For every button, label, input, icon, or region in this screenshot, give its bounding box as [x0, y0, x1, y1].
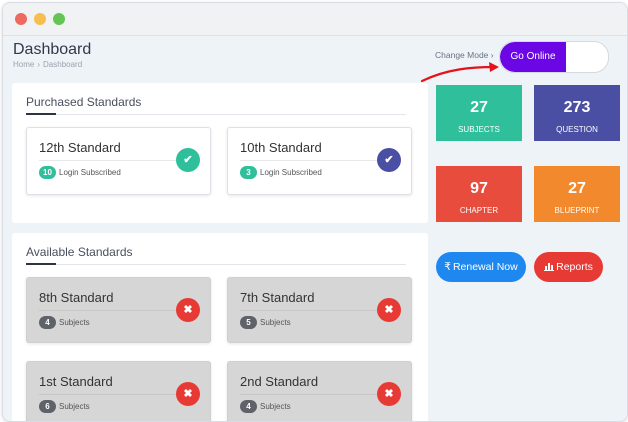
window-titlebar — [3, 3, 627, 36]
reports-label: Reports — [556, 261, 593, 273]
renewal-now-button[interactable]: ₹ Renewal Now — [436, 252, 526, 282]
standard-name: 1st Standard — [39, 374, 113, 389]
standard-name: 2nd Standard — [240, 374, 319, 389]
go-online-label: Go Online — [500, 42, 566, 72]
stat-label: BLUEPRINT — [554, 206, 600, 215]
standard-meta: 3 Login Subscribed — [240, 166, 322, 179]
check-icon: ✔ — [377, 148, 401, 172]
standard-meta: 4 Subjects — [39, 316, 90, 329]
stat-value: 27 — [568, 180, 586, 197]
rupee-icon: ₹ — [444, 261, 451, 273]
maximize-window-dot[interactable] — [53, 13, 65, 25]
close-icon[interactable]: ✖ — [377, 382, 401, 406]
close-icon[interactable]: ✖ — [377, 298, 401, 322]
meta-label: Login Subscribed — [260, 168, 322, 177]
standard-meta: 6 Subjects — [39, 400, 90, 413]
count-badge: 10 — [39, 166, 56, 179]
standard-card-12th[interactable]: 12th Standard 10 Login Subscribed ✔ — [26, 127, 211, 195]
breadcrumb-separator: › — [37, 60, 41, 69]
count-badge: 3 — [240, 166, 257, 179]
available-standards-panel: Available Standards 8th Standard 4 Subje… — [12, 233, 428, 421]
renewal-now-label: Renewal Now — [452, 261, 518, 273]
annotation-arrow-icon — [420, 62, 499, 83]
close-icon[interactable]: ✖ — [176, 382, 200, 406]
close-window-dot[interactable] — [15, 13, 27, 25]
standard-meta: 4 Subjects — [240, 400, 291, 413]
meta-label: Login Subscribed — [59, 168, 121, 177]
standard-card-7th[interactable]: 7th Standard 5 Subjects ✖ — [227, 277, 412, 343]
stat-label: CHAPTER — [459, 206, 499, 215]
bar-chart-icon — [544, 263, 555, 271]
purchased-divider — [26, 113, 406, 115]
available-divider — [26, 263, 406, 265]
count-badge: 6 — [39, 400, 56, 413]
go-online-toggle[interactable]: Go Online — [499, 41, 609, 73]
standard-card-10th[interactable]: 10th Standard 3 Login Subscribed ✔ — [227, 127, 412, 195]
standard-name: 8th Standard — [39, 290, 114, 305]
breadcrumb: Home › Dashboard — [13, 60, 82, 69]
standard-meta: 10 Login Subscribed — [39, 166, 121, 179]
close-icon[interactable]: ✖ — [176, 298, 200, 322]
standard-name: 10th Standard — [240, 140, 322, 155]
stat-value: 97 — [470, 180, 488, 197]
purchased-standards-panel: Purchased Standards 12th Standard 10 Log… — [12, 83, 428, 223]
purchased-standards-title: Purchased Standards — [26, 95, 142, 109]
meta-label: Subjects — [260, 318, 291, 327]
stat-value: 273 — [563, 99, 591, 116]
stat-label: SUBJECTS — [458, 125, 500, 134]
standard-name: 7th Standard — [240, 290, 315, 305]
minimize-window-dot[interactable] — [34, 13, 46, 25]
standard-card-8th[interactable]: 8th Standard 4 Subjects ✖ — [26, 277, 211, 343]
breadcrumb-current: Dashboard — [43, 60, 83, 69]
standard-meta: 5 Subjects — [240, 316, 291, 329]
standard-name: 12th Standard — [39, 140, 121, 155]
subjects-stat-tile[interactable]: 27 SUBJECTS — [436, 85, 522, 141]
question-stat-tile[interactable]: 273 QUESTION — [534, 85, 620, 141]
count-badge: 4 — [39, 316, 56, 329]
count-badge: 5 — [240, 316, 257, 329]
browser-window: Dashboard Home › Dashboard Change Mode › G… — [2, 2, 628, 422]
meta-label: Subjects — [59, 402, 90, 411]
reports-button[interactable]: Reports — [534, 252, 603, 282]
check-icon: ✔ — [176, 148, 200, 172]
breadcrumb-home[interactable]: Home — [13, 60, 34, 69]
chapter-stat-tile[interactable]: 97 CHAPTER — [436, 166, 522, 222]
count-badge: 4 — [240, 400, 257, 413]
page-title: Dashboard — [13, 41, 92, 58]
standard-card-1st[interactable]: 1st Standard 6 Subjects ✖ — [26, 361, 211, 421]
standard-card-2nd[interactable]: 2nd Standard 4 Subjects ✖ — [227, 361, 412, 421]
blueprint-stat-tile[interactable]: 27 BLUEPRINT — [534, 166, 620, 222]
available-standards-title: Available Standards — [26, 245, 133, 259]
meta-label: Subjects — [59, 318, 90, 327]
stat-label: QUESTION — [556, 125, 598, 134]
stat-value: 27 — [470, 99, 488, 116]
meta-label: Subjects — [260, 402, 291, 411]
